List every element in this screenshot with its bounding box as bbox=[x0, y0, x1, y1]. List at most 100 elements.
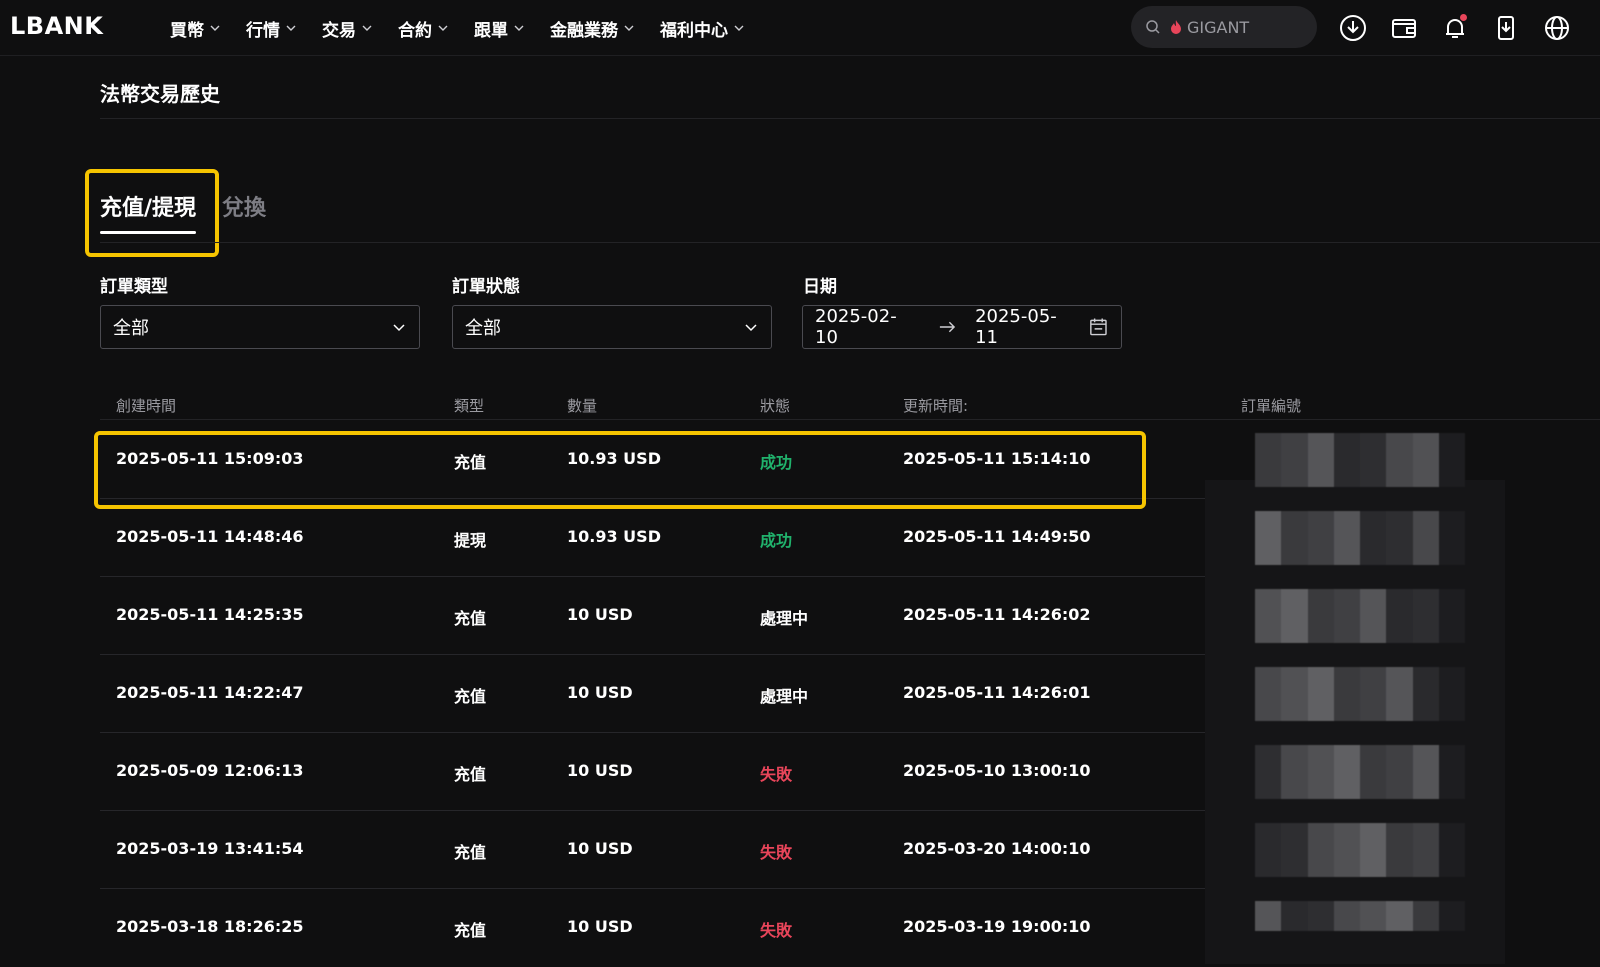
redaction-pixel bbox=[1438, 511, 1465, 538]
chevron-down-icon bbox=[438, 25, 448, 31]
redaction-pixel bbox=[1412, 667, 1439, 694]
nav-item-label: 跟單 bbox=[474, 20, 508, 41]
redaction-pixel bbox=[1438, 433, 1465, 460]
redaction-pixel bbox=[1307, 823, 1334, 850]
date-end[interactable]: 2025-05-11 bbox=[975, 306, 1074, 348]
redaction-pixel bbox=[1307, 745, 1334, 772]
cell-type: 充值 bbox=[454, 453, 487, 472]
redaction-pixel bbox=[1281, 667, 1308, 694]
search-box[interactable]: GIGANT bbox=[1131, 6, 1317, 48]
redaction-pixel bbox=[1412, 538, 1439, 565]
nav-item-futures[interactable]: 合約 bbox=[398, 16, 448, 41]
tab-deposit-withdraw[interactable]: 充值/提現 bbox=[100, 190, 197, 234]
table-row[interactable]: 2025-05-09 12:06:13 充值 10 USD 失敗 2025-05… bbox=[100, 733, 1600, 811]
chevron-down-icon bbox=[393, 324, 405, 332]
table-row[interactable]: 2025-05-11 14:25:35 充值 10 USD 處理中 2025-0… bbox=[100, 577, 1600, 655]
cell-amount: 10 USD bbox=[567, 917, 633, 936]
redaction-pixel bbox=[1307, 694, 1334, 721]
cell-type: 充值 bbox=[454, 921, 487, 940]
calendar-icon[interactable] bbox=[1088, 316, 1109, 338]
table-row[interactable]: 2025-03-19 13:41:54 充值 10 USD 失敗 2025-03… bbox=[100, 811, 1600, 889]
divider bbox=[100, 242, 1600, 243]
page-title: 法幣交易歷史 bbox=[100, 82, 220, 106]
redaction-pixel bbox=[1307, 511, 1334, 538]
date-start[interactable]: 2025-02-10 bbox=[815, 306, 914, 348]
redaction-pixel bbox=[1412, 745, 1439, 772]
table-row[interactable]: 2025-03-18 18:26:25 充值 10 USD 失敗 2025-03… bbox=[100, 889, 1600, 967]
nav-item-buy-crypto[interactable]: 買幣 bbox=[170, 16, 220, 41]
redaction-pixel bbox=[1281, 589, 1308, 616]
notification-dot bbox=[1460, 14, 1467, 21]
cell-amount: 10.93 USD bbox=[567, 527, 661, 546]
redaction-pixel bbox=[1281, 616, 1308, 643]
redaction-pixel bbox=[1412, 772, 1439, 799]
redaction-pixel bbox=[1412, 511, 1439, 538]
redaction-pixel bbox=[1333, 433, 1360, 460]
redaction-pixel bbox=[1307, 916, 1334, 931]
notifications-button[interactable] bbox=[1437, 10, 1473, 46]
order-id-redacted bbox=[1255, 823, 1465, 877]
cell-updated: 2025-03-19 19:00:10 bbox=[903, 917, 1091, 936]
order-id-redacted bbox=[1255, 589, 1465, 643]
redaction-pixel bbox=[1333, 916, 1360, 931]
redaction-pixel bbox=[1255, 667, 1282, 694]
column-header-updated: 更新時間: bbox=[903, 397, 969, 415]
cell-updated: 2025-05-10 13:00:10 bbox=[903, 761, 1091, 780]
redaction-pixel bbox=[1412, 616, 1439, 643]
redaction-pixel bbox=[1386, 772, 1413, 799]
wallet-button[interactable] bbox=[1386, 10, 1422, 46]
arrow-right-icon bbox=[940, 321, 956, 333]
cell-type: 充值 bbox=[454, 609, 487, 628]
wallet-icon bbox=[1392, 19, 1416, 38]
column-header-amount: 數量 bbox=[567, 397, 598, 415]
redaction-pixel bbox=[1307, 433, 1334, 460]
column-header-created: 創建時間 bbox=[116, 397, 177, 415]
cell-updated: 2025-05-11 14:26:02 bbox=[903, 605, 1091, 624]
cell-type: 充值 bbox=[454, 687, 487, 706]
redaction-pixel bbox=[1333, 772, 1360, 799]
redaction-pixel bbox=[1255, 433, 1282, 460]
chevron-down-icon bbox=[745, 324, 757, 332]
redaction-pixel bbox=[1307, 460, 1334, 487]
app-download-button[interactable] bbox=[1488, 10, 1524, 46]
redaction-pixel bbox=[1386, 745, 1413, 772]
redaction-pixel bbox=[1307, 667, 1334, 694]
top-navbar: LBANK 買幣 行情 交易 合約 跟單 金融業務 福利中心 GIGANT bbox=[0, 0, 1600, 56]
cell-status: 處理中 bbox=[760, 609, 809, 628]
order-type-select[interactable]: 全部 bbox=[100, 305, 420, 349]
nav-item-rewards-center[interactable]: 福利中心 bbox=[660, 16, 744, 41]
date-label: 日期 bbox=[803, 277, 837, 297]
cell-updated: 2025-05-11 14:26:01 bbox=[903, 683, 1091, 702]
redaction-pixel bbox=[1333, 901, 1360, 916]
nav-item-copy-trading[interactable]: 跟單 bbox=[474, 16, 524, 41]
redaction-pixel bbox=[1360, 850, 1387, 877]
table-row[interactable]: 2025-05-11 14:48:46 提現 10.93 USD 成功 2025… bbox=[100, 499, 1600, 577]
cell-amount: 10 USD bbox=[567, 761, 633, 780]
date-range-picker[interactable]: 2025-02-10 2025-05-11 bbox=[802, 305, 1122, 349]
nav-item-trade[interactable]: 交易 bbox=[322, 16, 372, 41]
brand-logo[interactable]: LBANK bbox=[10, 12, 103, 40]
order-status-select[interactable]: 全部 bbox=[452, 305, 772, 349]
redaction-pixel bbox=[1438, 823, 1465, 850]
redaction-pixel bbox=[1360, 916, 1387, 931]
redaction-pixel bbox=[1360, 511, 1387, 538]
tab-convert[interactable]: 兌換 bbox=[222, 190, 266, 234]
nav-item-label: 金融業務 bbox=[550, 20, 618, 41]
redaction-pixel bbox=[1333, 745, 1360, 772]
redaction-pixel bbox=[1412, 850, 1439, 877]
cell-status: 成功 bbox=[760, 453, 793, 472]
table-row[interactable]: 2025-05-11 15:09:03 充值 10.93 USD 成功 2025… bbox=[100, 421, 1600, 499]
order-id-redacted bbox=[1255, 667, 1465, 721]
redaction-pixel bbox=[1412, 901, 1439, 916]
language-button[interactable] bbox=[1539, 10, 1575, 46]
redaction-pixel bbox=[1255, 901, 1282, 916]
nav-item-markets[interactable]: 行情 bbox=[246, 16, 296, 41]
nav-item-finance[interactable]: 金融業務 bbox=[550, 16, 634, 41]
download-button[interactable] bbox=[1335, 10, 1371, 46]
column-header-order-id: 訂單編號 bbox=[1241, 397, 1302, 415]
table-row[interactable]: 2025-05-11 14:22:47 充值 10 USD 處理中 2025-0… bbox=[100, 655, 1600, 733]
redaction-pixel bbox=[1438, 460, 1465, 487]
redaction-pixel bbox=[1255, 823, 1282, 850]
flame-icon bbox=[1171, 20, 1181, 34]
redaction-pixel bbox=[1386, 901, 1413, 916]
